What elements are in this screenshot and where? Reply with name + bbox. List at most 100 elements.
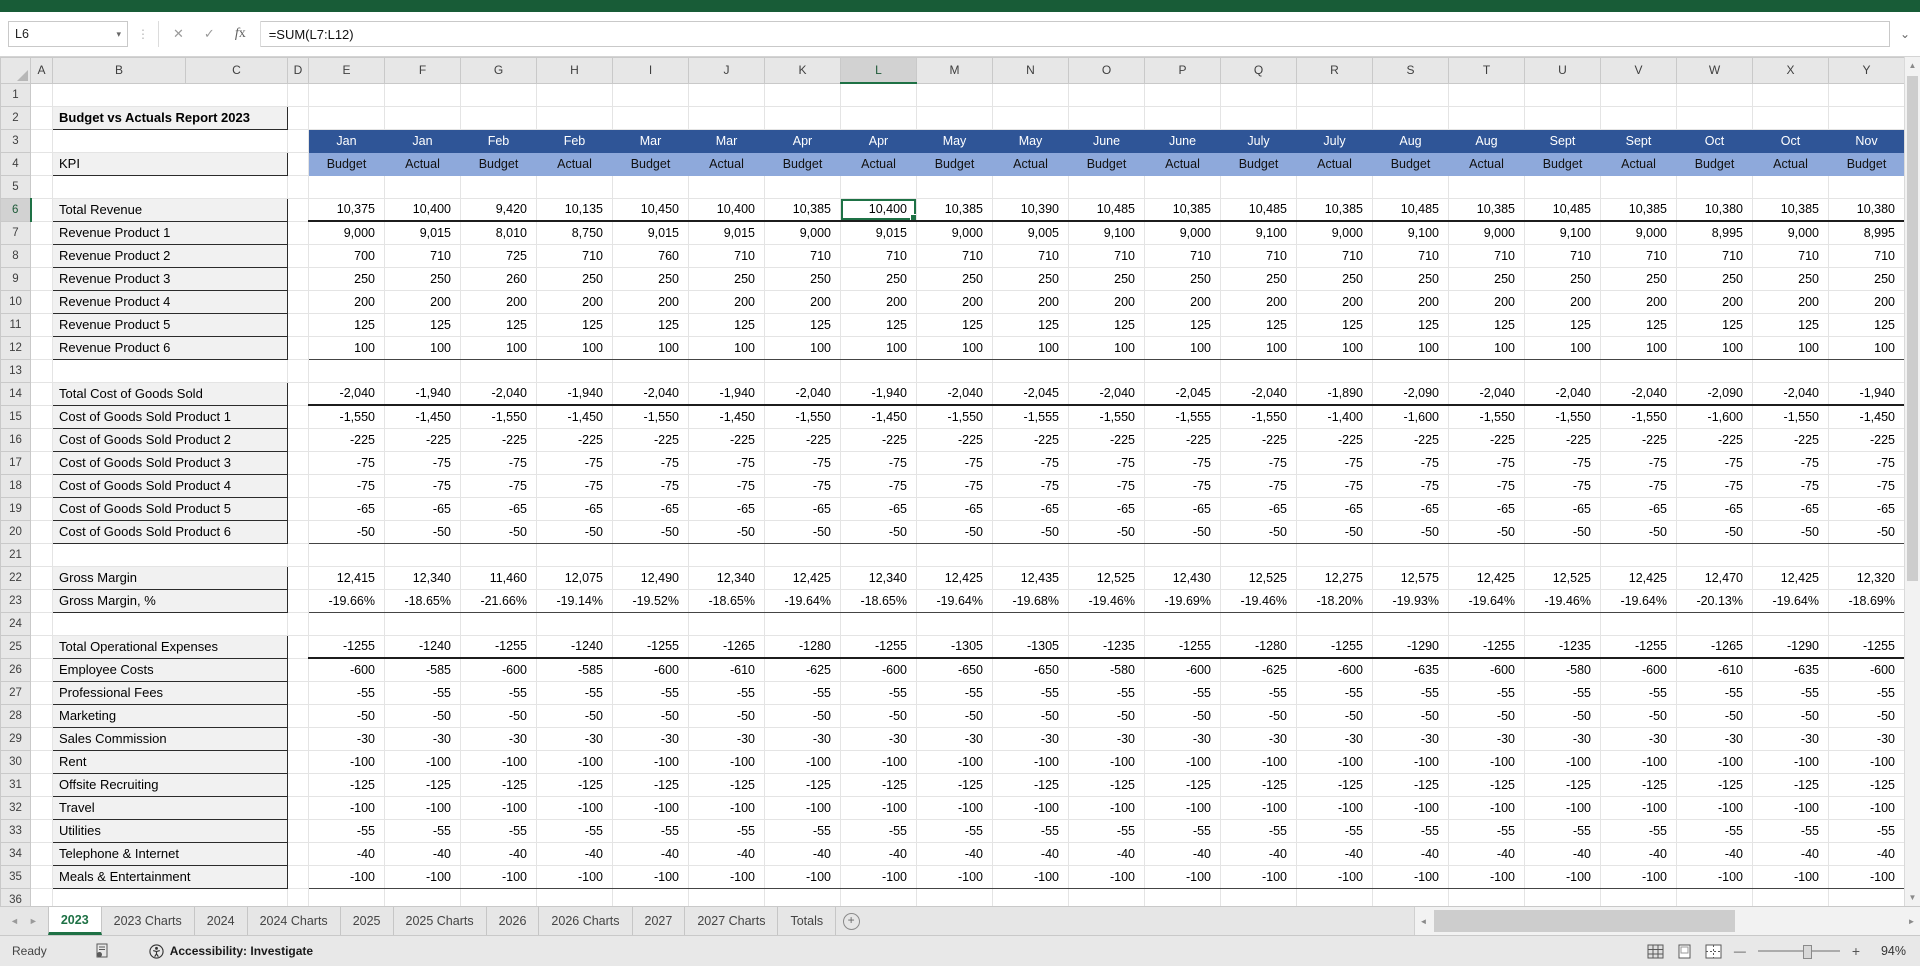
cell-V32[interactable]: -100 xyxy=(1600,796,1677,820)
cell-W31[interactable]: -125 xyxy=(1676,773,1753,797)
cell-M26[interactable]: -650 xyxy=(916,658,993,682)
cell-I26[interactable]: -600 xyxy=(612,658,689,682)
cell-N36[interactable] xyxy=(992,888,1069,906)
cell-R31[interactable]: -125 xyxy=(1296,773,1373,797)
sheet-tab-2027-charts[interactable]: 2027 Charts xyxy=(685,907,779,935)
cell-Q31[interactable]: -125 xyxy=(1220,773,1297,797)
cell-P24[interactable] xyxy=(1144,612,1221,636)
cell-G19[interactable]: -65 xyxy=(460,497,537,521)
cell-Y5[interactable] xyxy=(1828,175,1905,199)
cell-V2[interactable] xyxy=(1600,106,1677,130)
sheet-tab-totals[interactable]: Totals xyxy=(778,907,837,935)
cell-J28[interactable]: -50 xyxy=(688,704,765,728)
cell-N13[interactable] xyxy=(992,359,1069,383)
cell-D18[interactable] xyxy=(287,474,309,498)
formula-input[interactable]: =SUM(L7:L12) xyxy=(260,21,1890,47)
cell-F16[interactable]: -225 xyxy=(384,428,461,452)
row-label-35[interactable]: Meals & Entertainment xyxy=(52,864,288,889)
column-header-J[interactable]: J xyxy=(688,57,765,84)
cell-R29[interactable]: -30 xyxy=(1296,727,1373,751)
cell-K4[interactable]: Budget xyxy=(764,151,841,176)
cell-P25[interactable]: -1255 xyxy=(1144,635,1221,659)
cell-I22[interactable]: 12,490 xyxy=(612,566,689,590)
column-header-T[interactable]: T xyxy=(1448,57,1525,84)
cell-G6[interactable]: 9,420 xyxy=(460,198,537,222)
sheet-tab-2027[interactable]: 2027 xyxy=(633,907,686,935)
cell-F36[interactable] xyxy=(384,888,461,906)
row-header-33[interactable]: 33 xyxy=(0,818,31,843)
cell-K7[interactable]: 9,000 xyxy=(764,221,841,245)
cell-G10[interactable]: 200 xyxy=(460,290,537,314)
cell-M28[interactable]: -50 xyxy=(916,704,993,728)
cell-O5[interactable] xyxy=(1068,175,1145,199)
cell-T5[interactable] xyxy=(1448,175,1525,199)
cell-H6[interactable]: 10,135 xyxy=(536,198,613,222)
cell-A35[interactable] xyxy=(30,865,53,889)
cell-N22[interactable]: 12,435 xyxy=(992,566,1069,590)
row-label-34[interactable]: Telephone & Internet xyxy=(52,841,288,866)
sheet-tab-2024[interactable]: 2024 xyxy=(195,907,248,935)
cell-Y29[interactable]: -30 xyxy=(1828,727,1905,751)
cell-N12[interactable]: 100 xyxy=(992,336,1069,360)
cell-K31[interactable]: -125 xyxy=(764,773,841,797)
cell-P9[interactable]: 250 xyxy=(1144,267,1221,291)
cell-U23[interactable]: -19.46% xyxy=(1524,589,1601,613)
cell-W8[interactable]: 710 xyxy=(1676,244,1753,268)
cell-A10[interactable] xyxy=(30,290,53,314)
cell-X34[interactable]: -40 xyxy=(1752,842,1829,866)
cell-H30[interactable]: -100 xyxy=(536,750,613,774)
cell-R11[interactable]: 125 xyxy=(1296,313,1373,337)
cell-U21[interactable] xyxy=(1524,543,1601,567)
cell-E1[interactable] xyxy=(308,83,385,107)
cell-Y23[interactable]: -18.69% xyxy=(1828,589,1905,613)
cell-K13[interactable] xyxy=(764,359,841,383)
cell-K27[interactable]: -55 xyxy=(764,681,841,705)
cell-H17[interactable]: -75 xyxy=(536,451,613,475)
cell-V28[interactable]: -50 xyxy=(1600,704,1677,728)
cell-W21[interactable] xyxy=(1676,543,1753,567)
cell-L19[interactable]: -65 xyxy=(840,497,917,521)
cell-J31[interactable]: -125 xyxy=(688,773,765,797)
cell-J6[interactable]: 10,400 xyxy=(688,198,765,222)
cell-G35[interactable]: -100 xyxy=(460,865,537,889)
cell-U15[interactable]: -1,550 xyxy=(1524,405,1601,429)
row-header-32[interactable]: 32 xyxy=(0,795,31,820)
row-label-22[interactable]: Gross Margin xyxy=(52,565,288,590)
cell-Y17[interactable]: -75 xyxy=(1828,451,1905,475)
cell-A24[interactable] xyxy=(30,612,53,636)
cell-T34[interactable]: -40 xyxy=(1448,842,1525,866)
row-label-26[interactable]: Employee Costs xyxy=(52,657,288,682)
cell-T36[interactable] xyxy=(1448,888,1525,906)
cell-G33[interactable]: -55 xyxy=(460,819,537,843)
cell-X31[interactable]: -125 xyxy=(1752,773,1829,797)
cell-N32[interactable]: -100 xyxy=(992,796,1069,820)
cell-G17[interactable]: -75 xyxy=(460,451,537,475)
cell-I25[interactable]: -1255 xyxy=(612,635,689,659)
cell-W34[interactable]: -40 xyxy=(1676,842,1753,866)
row-label-12[interactable]: Revenue Product 6 xyxy=(52,335,288,360)
cell-E33[interactable]: -55 xyxy=(308,819,385,843)
cell-E12[interactable]: 100 xyxy=(308,336,385,360)
cell-N23[interactable]: -19.68% xyxy=(992,589,1069,613)
cell-R8[interactable]: 710 xyxy=(1296,244,1373,268)
cell-F23[interactable]: -18.65% xyxy=(384,589,461,613)
column-header-W[interactable]: W xyxy=(1676,57,1753,84)
cell-H15[interactable]: -1,450 xyxy=(536,405,613,429)
cell-D6[interactable] xyxy=(287,198,309,222)
cell-A15[interactable] xyxy=(30,405,53,429)
cell-R9[interactable]: 250 xyxy=(1296,267,1373,291)
cell-S24[interactable] xyxy=(1372,612,1449,636)
cell-Q8[interactable]: 710 xyxy=(1220,244,1297,268)
cell-P8[interactable]: 710 xyxy=(1144,244,1221,268)
row-label-23[interactable]: Gross Margin, % xyxy=(52,588,288,613)
cell-P13[interactable] xyxy=(1144,359,1221,383)
kpi-label[interactable]: KPI xyxy=(52,151,288,176)
cell-J34[interactable]: -40 xyxy=(688,842,765,866)
cell-Q25[interactable]: -1280 xyxy=(1220,635,1297,659)
cell-F12[interactable]: 100 xyxy=(384,336,461,360)
cell-L10[interactable]: 200 xyxy=(840,290,917,314)
cell-I24[interactable] xyxy=(612,612,689,636)
cell-O7[interactable]: 9,100 xyxy=(1068,221,1145,245)
cell-V11[interactable]: 125 xyxy=(1600,313,1677,337)
cell-X6[interactable]: 10,385 xyxy=(1752,198,1829,222)
